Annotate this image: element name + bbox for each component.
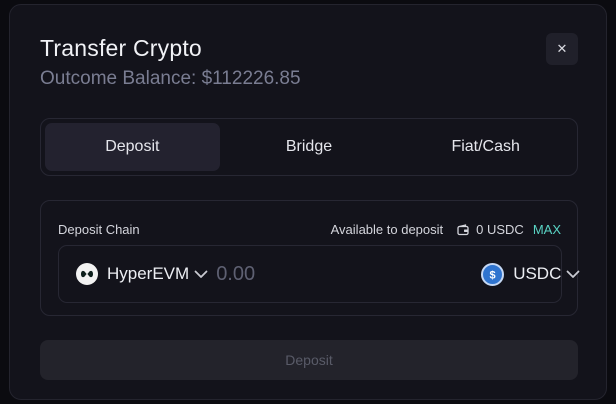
token-selector[interactable]: $ USDC <box>481 246 598 302</box>
chain-selector[interactable]: HyperEVM <box>59 246 208 302</box>
deposit-input-row: HyperEVM $ USDC <box>58 245 580 303</box>
deposit-submit-button[interactable]: Deposit <box>40 340 578 380</box>
available-to-deposit: Available to deposit 0 USDC MAX <box>331 222 561 237</box>
chain-name: HyperEVM <box>107 264 190 283</box>
chevron-down-icon <box>194 270 208 279</box>
tab-fiat-cash[interactable]: Fiat/Cash <box>398 123 573 171</box>
available-amount: 0 USDC <box>476 222 524 237</box>
deposit-panel: Deposit Chain Available to deposit 0 USD… <box>40 200 580 316</box>
outcome-balance: Outcome Balance: $112226.85 <box>40 68 301 89</box>
close-icon: ✕ <box>556 41 568 56</box>
modal-title: Transfer Crypto <box>40 35 202 61</box>
available-label: Available to deposit <box>330 222 444 237</box>
close-button[interactable]: ✕ <box>546 33 578 65</box>
amount-input[interactable] <box>208 246 482 302</box>
tab-bridge[interactable]: Bridge <box>222 123 397 171</box>
transfer-crypto-modal: Transfer Crypto Outcome Balance: $112226… <box>9 4 607 400</box>
hyperevm-logo-icon <box>76 263 98 285</box>
tab-deposit[interactable]: Deposit <box>45 123 220 171</box>
max-button[interactable]: MAX <box>533 222 561 237</box>
usdc-logo-icon: $ <box>481 262 505 286</box>
wallet-icon <box>457 223 469 236</box>
deposit-chain-label: Deposit Chain <box>58 222 140 237</box>
svg-text:$: $ <box>490 269 496 281</box>
token-name: USDC <box>513 264 562 283</box>
chevron-down-icon <box>566 270 580 279</box>
transfer-tabs: Deposit Bridge Fiat/Cash <box>40 118 578 176</box>
